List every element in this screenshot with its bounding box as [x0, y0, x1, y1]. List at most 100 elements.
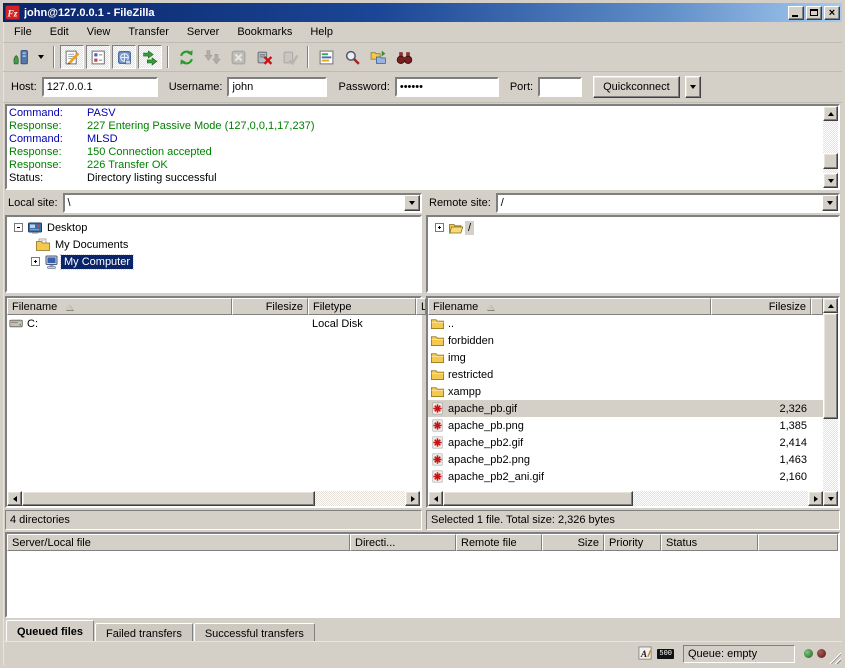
tree-item-label: Desktop: [44, 221, 90, 235]
tab-queued-files[interactable]: Queued files: [6, 620, 94, 641]
tree-item-my-computer[interactable]: My Computer: [10, 253, 420, 270]
local-site-dropdown[interactable]: [404, 195, 420, 211]
file-row-apache-pb2-png[interactable]: apache_pb2.png1,463: [428, 451, 823, 468]
column-header-size[interactable]: Size: [542, 534, 604, 551]
column-header-server-local-file[interactable]: Server/Local file: [7, 534, 350, 551]
column-header-filesize[interactable]: Filesize: [232, 298, 308, 315]
scroll-left-button[interactable]: [428, 491, 443, 506]
local-horizontal-scrollbar[interactable]: [7, 491, 420, 506]
remote-site-dropdown[interactable]: [822, 195, 838, 211]
column-header-status[interactable]: Status: [661, 534, 758, 551]
scroll-thumb[interactable]: [22, 491, 315, 506]
speed-limits-icon[interactable]: 500: [657, 649, 674, 659]
scroll-right-button[interactable]: [405, 491, 420, 506]
tree-item-root[interactable]: /: [431, 219, 838, 236]
quickconnect-dropdown[interactable]: [685, 76, 701, 98]
tree-item-desktop[interactable]: Desktop: [10, 219, 420, 236]
file-row-img[interactable]: img: [428, 349, 823, 366]
remote-tree: /: [426, 215, 840, 293]
menu-item-server[interactable]: Server: [178, 23, 228, 41]
main-split: Local site: \ Desktop My Documents: [3, 191, 842, 530]
chevron-down-icon: [690, 85, 696, 92]
scroll-thumb[interactable]: [443, 491, 633, 506]
directory-comparison-button[interactable]: [366, 45, 390, 69]
scroll-thumb[interactable]: [823, 153, 838, 169]
log-message: 227 Entering Passive Mode (127,0,0,1,17,…: [87, 120, 314, 133]
file-row-restricted[interactable]: restricted: [428, 366, 823, 383]
column-header-directi-[interactable]: Directi...: [350, 534, 456, 551]
scroll-down-button[interactable]: [823, 491, 838, 506]
remote-vertical-scrollbar[interactable]: [823, 298, 838, 506]
menu-item-bookmarks[interactable]: Bookmarks: [228, 23, 301, 41]
menu-item-view[interactable]: View: [78, 23, 120, 41]
column-header-filesize[interactable]: Filesize: [711, 298, 811, 315]
column-header-l[interactable]: L: [416, 298, 426, 315]
toggle-transfer-queue-button[interactable]: [138, 45, 162, 69]
refresh-button[interactable]: [174, 45, 198, 69]
file-row-apache-pb2-ani-gif[interactable]: apache_pb2_ani.gif2,160: [428, 468, 823, 485]
synchronized-browsing-button[interactable]: [392, 45, 416, 69]
site-manager-dropdown[interactable]: [34, 45, 48, 69]
file-row-C-[interactable]: C:Local Disk: [7, 315, 420, 332]
username-input[interactable]: [227, 77, 327, 97]
file-search-button[interactable]: [340, 45, 364, 69]
log-type: Response:: [9, 146, 87, 159]
scroll-left-button[interactable]: [7, 491, 22, 506]
file-row-apache-pb2-gif[interactable]: apache_pb2.gif2,414: [428, 434, 823, 451]
reconnect-button[interactable]: [278, 45, 302, 69]
remote-site-combo[interactable]: /: [496, 193, 840, 213]
host-input[interactable]: [42, 77, 158, 97]
expand-expander[interactable]: [435, 223, 444, 232]
expand-expander[interactable]: [31, 257, 40, 266]
port-input[interactable]: [538, 77, 582, 97]
column-header-filename[interactable]: Filename: [428, 298, 711, 315]
column-header-filetype[interactable]: Filetype: [308, 298, 416, 315]
maximize-button[interactable]: [806, 6, 822, 20]
toggle-remote-tree-button[interactable]: [112, 45, 136, 69]
remote-horizontal-scrollbar[interactable]: [428, 491, 823, 506]
local-site-combo[interactable]: \: [63, 193, 422, 213]
transfer-type-ascii-icon[interactable]: A: [637, 646, 653, 662]
toggle-local-tree-button[interactable]: [86, 45, 110, 69]
quickconnect-button[interactable]: Quickconnect: [593, 76, 680, 98]
file-row-forbidden[interactable]: forbidden: [428, 332, 823, 349]
scroll-right-button[interactable]: [808, 491, 823, 506]
resize-grip[interactable]: [828, 651, 841, 664]
menu-item-edit[interactable]: Edit: [41, 23, 78, 41]
column-header-priority[interactable]: Priority: [604, 534, 661, 551]
scroll-up-button[interactable]: [823, 106, 838, 121]
cancel-icon: [230, 49, 247, 66]
cancel-button[interactable]: [226, 45, 250, 69]
tab-successful-transfers[interactable]: Successful transfers: [194, 623, 315, 641]
tab-failed-transfers[interactable]: Failed transfers: [95, 623, 193, 641]
filter-button[interactable]: [314, 45, 338, 69]
file-row-xampp[interactable]: xampp: [428, 383, 823, 400]
filename-text: restricted: [448, 369, 493, 381]
column-header-filename[interactable]: Filename: [7, 298, 232, 315]
toggle-message-log-button[interactable]: [60, 45, 84, 69]
menu-item-file[interactable]: File: [5, 23, 41, 41]
disconnect-button[interactable]: [252, 45, 276, 69]
message-log-scrollbar[interactable]: [823, 106, 838, 188]
menu-item-transfer[interactable]: Transfer: [119, 23, 178, 41]
tree-item-my-documents[interactable]: My Documents: [10, 236, 420, 253]
minimize-button[interactable]: [788, 6, 804, 20]
local-file-list: FilenameFilesizeFiletypeL C:Local Disk: [5, 296, 422, 508]
process-queue-button[interactable]: [200, 45, 224, 69]
menu-item-help[interactable]: Help: [301, 23, 342, 41]
collapse-expander[interactable]: [14, 223, 23, 232]
file-row-apache-pb-png[interactable]: apache_pb.png1,385: [428, 417, 823, 434]
scroll-up-button[interactable]: [823, 298, 838, 313]
scroll-thumb[interactable]: [823, 313, 838, 419]
port-label: Port:: [510, 81, 533, 93]
site-manager-button[interactable]: [8, 45, 32, 69]
password-input[interactable]: [395, 77, 499, 97]
file-row-apache-pb-gif[interactable]: apache_pb.gif2,326: [428, 400, 823, 417]
local-pane: Local site: \ Desktop My Documents: [5, 192, 422, 530]
remote-site-row: Remote site: /: [426, 192, 840, 214]
username-label: Username:: [169, 81, 223, 93]
column-header-remote-file[interactable]: Remote file: [456, 534, 542, 551]
scroll-down-button[interactable]: [823, 173, 838, 188]
file-row--[interactable]: ..: [428, 315, 823, 332]
close-button[interactable]: ×: [824, 6, 840, 20]
